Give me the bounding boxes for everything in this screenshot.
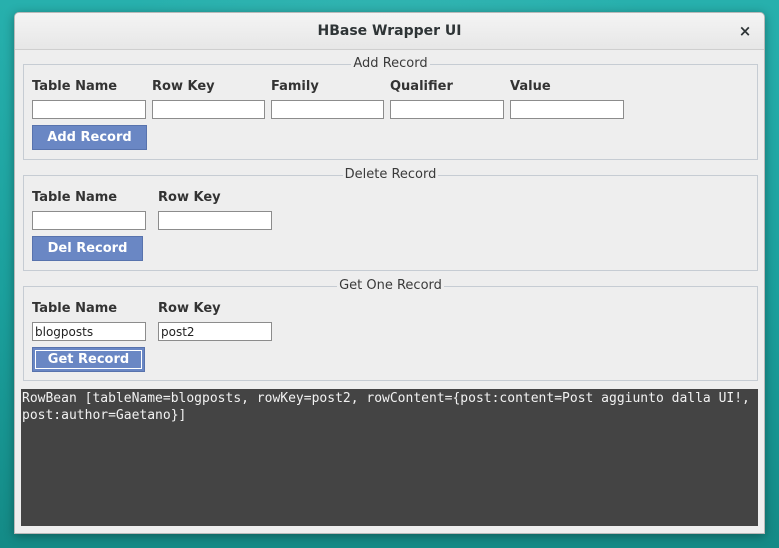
close-icon[interactable]: × [734, 20, 756, 42]
add-value-label: Value [510, 79, 551, 94]
add-row-key-label: Row Key [152, 79, 215, 94]
delete-row-key-label: Row Key [158, 190, 221, 205]
get-row-key-input[interactable] [158, 322, 272, 341]
add-record-legend: Add Record [353, 56, 428, 71]
delete-record-legend: Delete Record [344, 167, 437, 182]
add-family-input[interactable] [271, 100, 384, 119]
add-qualifier-label: Qualifier [390, 79, 453, 94]
add-table-name-label: Table Name [32, 79, 118, 94]
add-table-name-input[interactable] [32, 100, 146, 119]
get-record-legend: Get One Record [339, 278, 442, 293]
get-table-name-input[interactable] [32, 322, 146, 341]
app-window: HBase Wrapper UI × Add Record Table Name… [14, 12, 765, 534]
add-row-key-input[interactable] [152, 100, 265, 119]
delete-table-name-label: Table Name [32, 190, 118, 205]
get-table-name-label: Table Name [32, 301, 118, 316]
delete-table-name-input[interactable] [32, 211, 146, 230]
window-title: HBase Wrapper UI [317, 23, 462, 39]
get-row-key-label: Row Key [158, 301, 221, 316]
add-value-input[interactable] [510, 100, 624, 119]
del-record-button[interactable]: Del Record [32, 236, 143, 261]
add-record-button[interactable]: Add Record [32, 125, 147, 150]
delete-row-key-input[interactable] [158, 211, 272, 230]
add-qualifier-input[interactable] [390, 100, 504, 119]
output-text-area[interactable]: RowBean [tableName=blogposts, rowKey=pos… [21, 389, 758, 526]
get-record-button[interactable]: Get Record [32, 347, 145, 372]
add-family-label: Family [271, 79, 319, 94]
title-bar[interactable]: HBase Wrapper UI × [15, 13, 764, 50]
